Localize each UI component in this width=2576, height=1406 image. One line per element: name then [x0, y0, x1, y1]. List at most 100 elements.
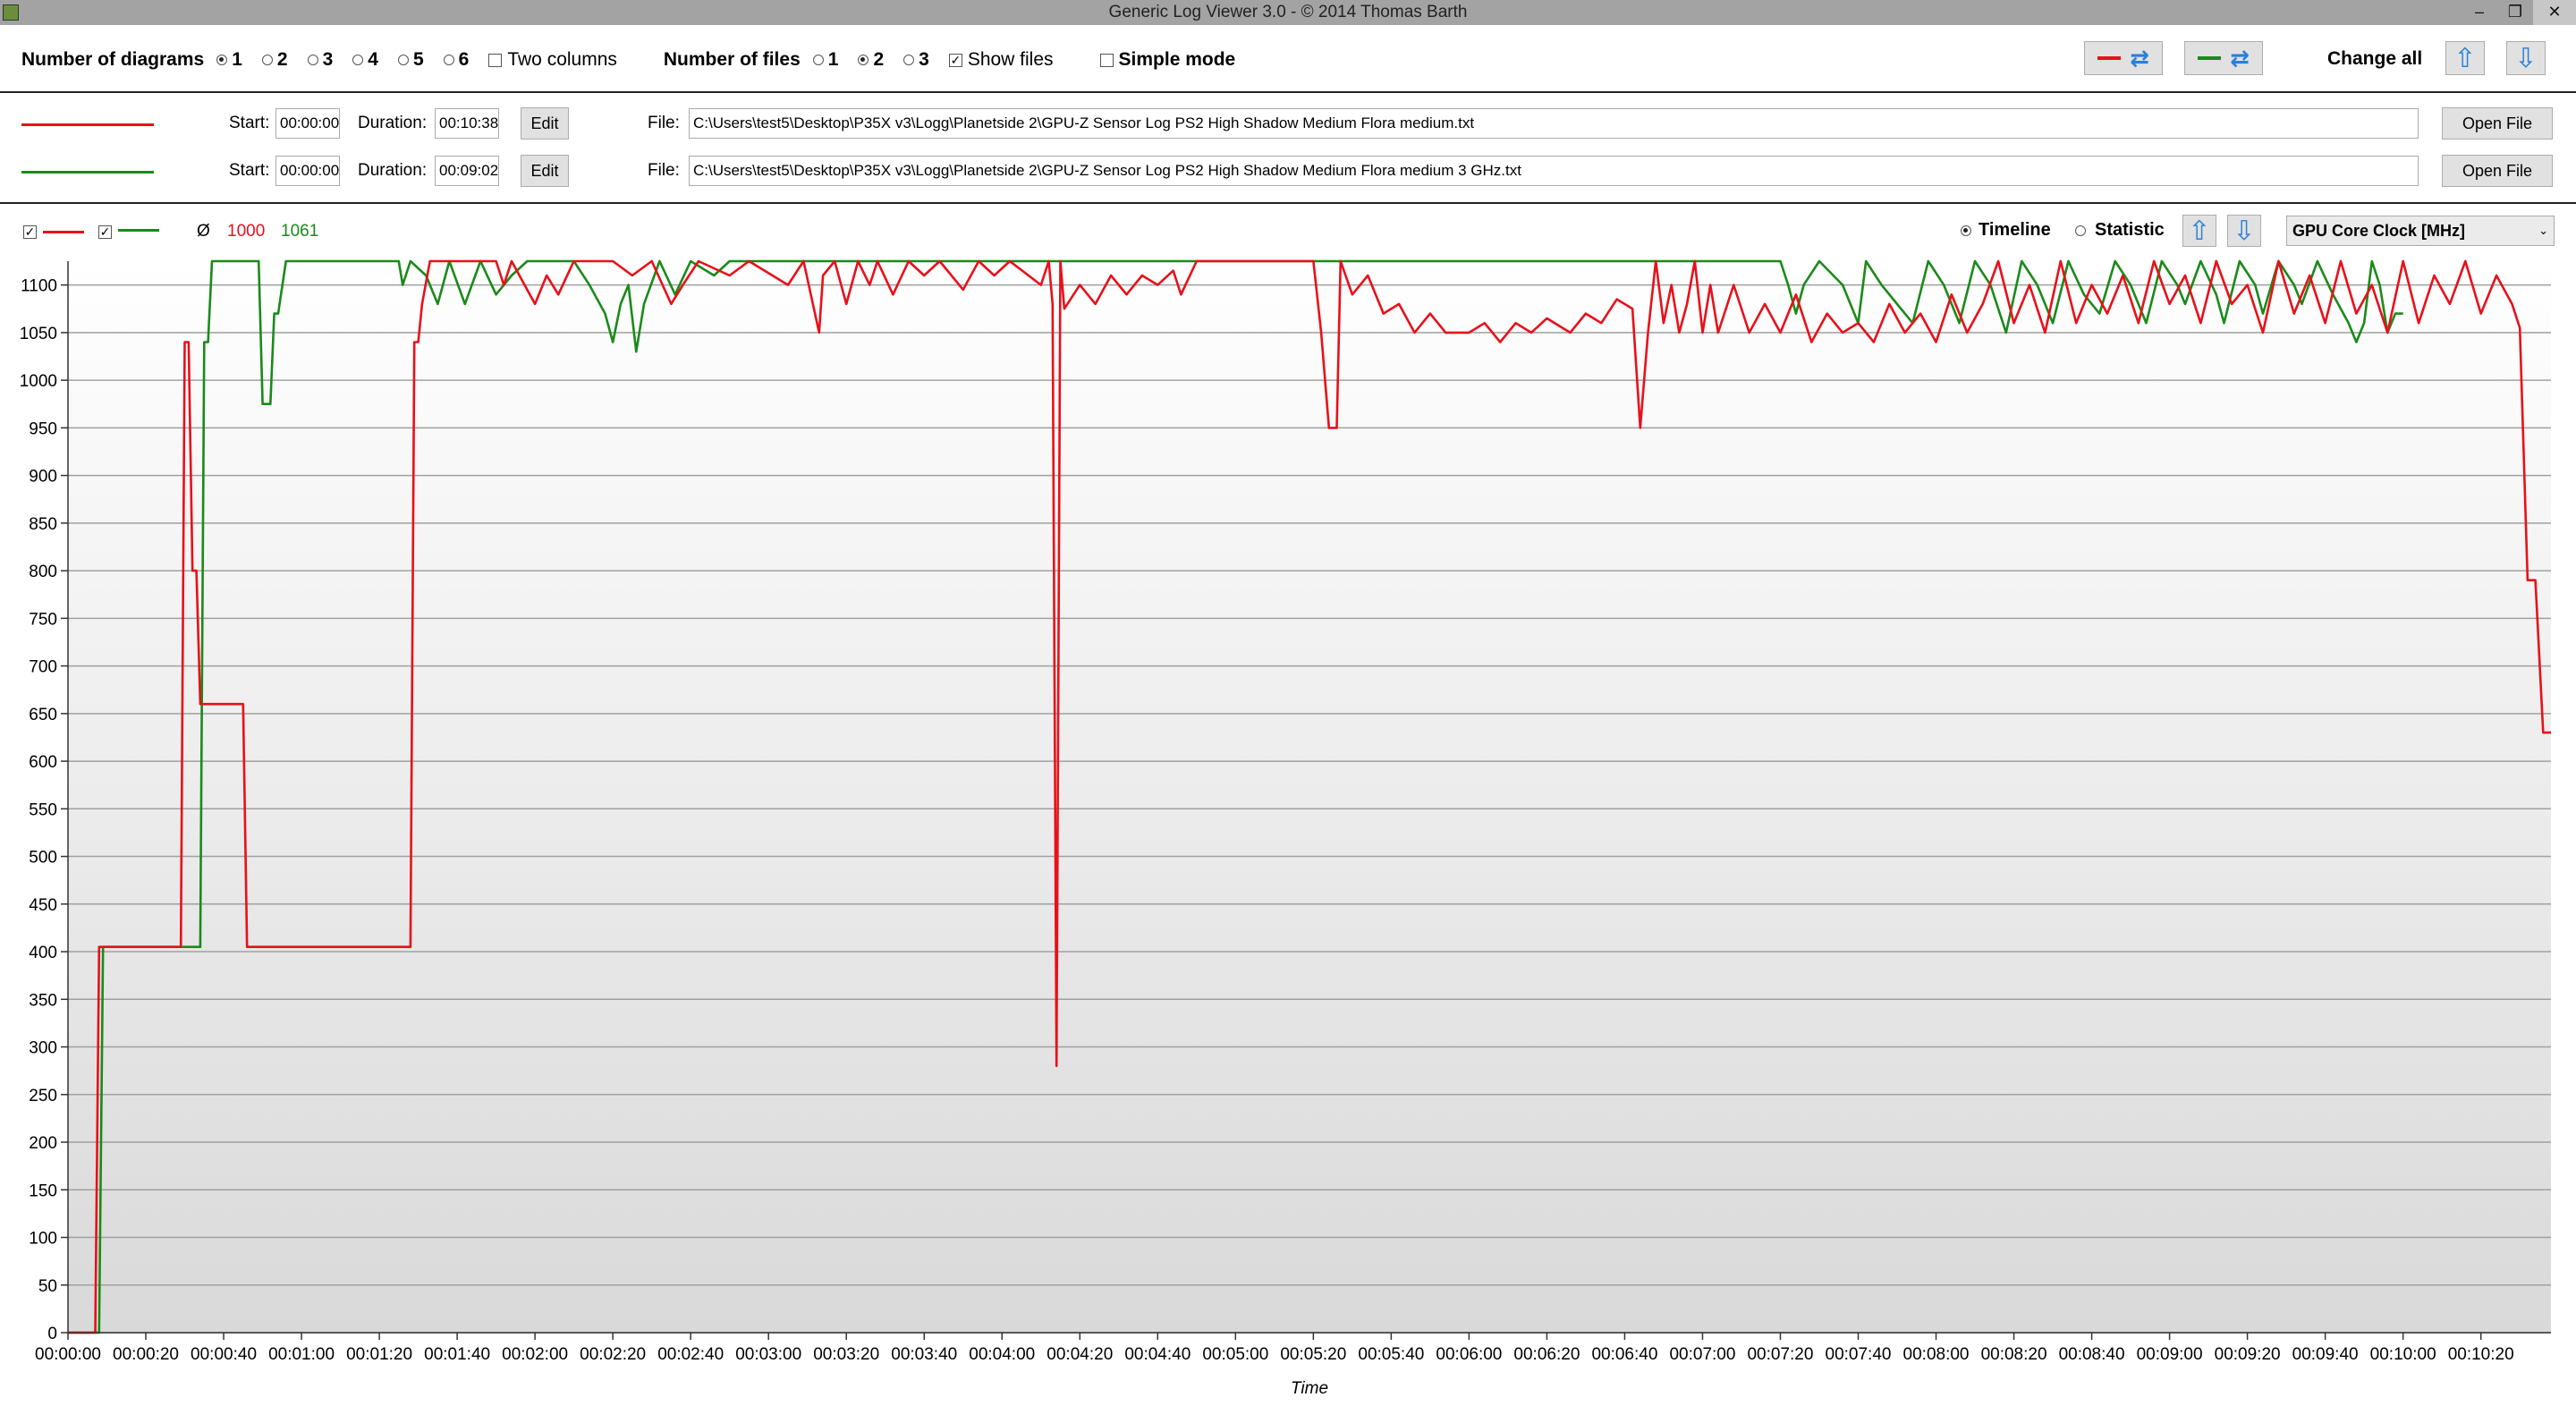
y-tick-label: 950	[29, 419, 57, 438]
radio-icon[interactable]	[216, 55, 228, 65]
x-tick-label: 00:03:20	[813, 1345, 879, 1364]
file-path-input[interactable]: C:\Users\test5\Desktop\P35X v3\Logg\Plan…	[689, 108, 2419, 139]
radio-icon[interactable]	[352, 55, 364, 65]
diagrams-label: Number of diagrams	[21, 49, 205, 70]
file-path-input[interactable]: C:\Users\test5\Desktop\P35X v3\Logg\Plan…	[689, 156, 2419, 186]
swap-red-button[interactable]: ⇄	[2084, 41, 2163, 75]
minimize-button[interactable]: ‒	[2462, 0, 2497, 25]
y-tick-label: 650	[29, 706, 57, 724]
x-tick-label: 00:00:40	[191, 1345, 257, 1364]
statistic-label[interactable]: Statistic	[2095, 220, 2165, 241]
diagram-option-6[interactable]: 6	[443, 49, 469, 71]
x-tick-label: 00:04:00	[969, 1345, 1035, 1364]
duration-label: Duration:	[358, 114, 428, 132]
x-tick-label: 00:08:00	[1903, 1345, 1970, 1364]
change-all-label: Change all	[2327, 48, 2423, 69]
y-tick-label: 550	[29, 800, 57, 819]
y-tick-label: 400	[29, 944, 57, 962]
refresh-icon: ⇄	[2230, 44, 2250, 72]
duration-input[interactable]: 00:10:38	[435, 108, 499, 139]
radio-icon[interactable]	[812, 55, 824, 65]
y-tick-label: 1000	[20, 372, 57, 391]
x-tick-label: 00:06:40	[1591, 1345, 1657, 1364]
diagram-option-1[interactable]: 1	[216, 49, 242, 71]
plot-area	[68, 261, 2551, 1333]
average-value-2: 1061	[281, 222, 319, 241]
y-tick-label: 200	[29, 1134, 57, 1153]
checkbox-icon[interactable]	[1099, 53, 1114, 67]
radio-icon[interactable]	[397, 55, 409, 65]
x-tick-label: 00:09:40	[2292, 1345, 2359, 1364]
show-files-checkbox[interactable]: ✓ Show files	[948, 49, 1054, 71]
series-2-visible-checkbox[interactable]: ✓	[98, 225, 112, 239]
file-option-2[interactable]: 2	[858, 49, 884, 71]
green-line-icon	[2198, 56, 2222, 60]
two-columns-checkbox[interactable]: Two columns	[488, 49, 617, 71]
statistic-radio[interactable]	[2075, 225, 2086, 236]
diagram-option-2[interactable]: 2	[261, 49, 288, 71]
radio-icon[interactable]	[903, 55, 915, 65]
x-tick-label: 00:09:00	[2137, 1345, 2203, 1364]
arrow-up-icon: ⇧	[2188, 216, 2211, 246]
window-title: Generic Log Viewer 3.0 - © 2014 Thomas B…	[1108, 3, 1468, 21]
x-tick-label: 00:02:00	[502, 1345, 568, 1364]
duration-label: Duration:	[358, 161, 428, 180]
metric-select[interactable]: GPU Core Clock [MHz] ⌄	[2286, 216, 2555, 246]
diagram-option-3[interactable]: 3	[307, 49, 333, 71]
x-tick-label: 00:02:40	[657, 1345, 724, 1364]
radio-icon[interactable]	[261, 55, 273, 65]
arrow-up-button[interactable]: ⇧	[2445, 41, 2485, 75]
y-tick-label: 150	[29, 1182, 57, 1200]
checkmark-icon[interactable]: ✓	[948, 53, 962, 67]
radio-icon[interactable]	[858, 55, 869, 65]
average-value-1: 1000	[227, 222, 266, 241]
duration-input[interactable]: 00:09:02	[435, 156, 499, 186]
file-label: File:	[648, 114, 680, 132]
chevron-down-icon: ⌄	[2538, 224, 2548, 237]
radio-icon[interactable]	[443, 55, 454, 65]
arrow-up-button[interactable]: ⇧	[2182, 215, 2216, 247]
edit-button[interactable]: Edit	[521, 155, 569, 187]
arrow-down-button[interactable]: ⇩	[2227, 215, 2261, 247]
series-1-visible-checkbox[interactable]: ✓	[23, 225, 37, 239]
y-tick-label: 750	[29, 610, 57, 629]
x-tick-label: 00:07:00	[1669, 1345, 1735, 1364]
title-bar: Generic Log Viewer 3.0 - © 2014 Thomas B…	[0, 0, 2576, 25]
x-tick-label: 00:02:20	[580, 1345, 646, 1364]
x-tick-label: 00:05:00	[1202, 1345, 1268, 1364]
files-label: Number of files	[663, 49, 801, 70]
x-tick-label: 00:07:40	[1826, 1345, 1892, 1364]
timeline-label[interactable]: Timeline	[1979, 220, 2051, 241]
simple-mode-checkbox[interactable]: Simple mode	[1099, 49, 1235, 71]
series-2-legend-line	[118, 229, 159, 232]
file-option-3[interactable]: 3	[903, 49, 929, 71]
radio-icon[interactable]	[307, 55, 318, 65]
arrow-up-icon: ⇧	[2453, 43, 2477, 73]
x-axis-label: Time	[1291, 1379, 1328, 1398]
x-tick-label: 00:08:40	[2059, 1345, 2125, 1364]
arrow-down-icon: ⇩	[2233, 216, 2256, 246]
diagram-option-5[interactable]: 5	[397, 49, 424, 71]
y-tick-label: 850	[29, 515, 57, 534]
checkbox-icon[interactable]	[488, 53, 503, 67]
edit-button[interactable]: Edit	[521, 107, 569, 140]
y-tick-label: 250	[29, 1087, 57, 1105]
x-tick-label: 00:04:20	[1046, 1345, 1113, 1364]
toolbar: Number of diagrams 1 2 3 4 5 6 Two colum…	[21, 47, 1255, 73]
timeline-chart[interactable]: 0 50 100 150 200 250 300 350 400 450 500 550 600 650 7…	[0, 243, 2576, 1406]
arrow-down-button[interactable]: ⇩	[2506, 41, 2546, 75]
start-input[interactable]: 00:00:00	[275, 108, 340, 139]
swap-green-button[interactable]: ⇄	[2184, 41, 2263, 75]
x-tick-label: 00:04:40	[1124, 1345, 1191, 1364]
maximize-button[interactable]: ❐	[2497, 0, 2533, 25]
close-button[interactable]: ✕	[2533, 0, 2576, 25]
file-label: File:	[648, 161, 680, 180]
x-tick-label: 00:09:20	[2215, 1345, 2281, 1364]
diagram-option-4[interactable]: 4	[352, 49, 378, 71]
y-tick-label: 1100	[21, 277, 57, 296]
open-file-button[interactable]: Open File	[2442, 155, 2553, 187]
start-input[interactable]: 00:00:00	[275, 156, 340, 186]
file-option-1[interactable]: 1	[812, 49, 838, 71]
timeline-radio[interactable]	[1961, 225, 1971, 236]
open-file-button[interactable]: Open File	[2442, 107, 2553, 140]
